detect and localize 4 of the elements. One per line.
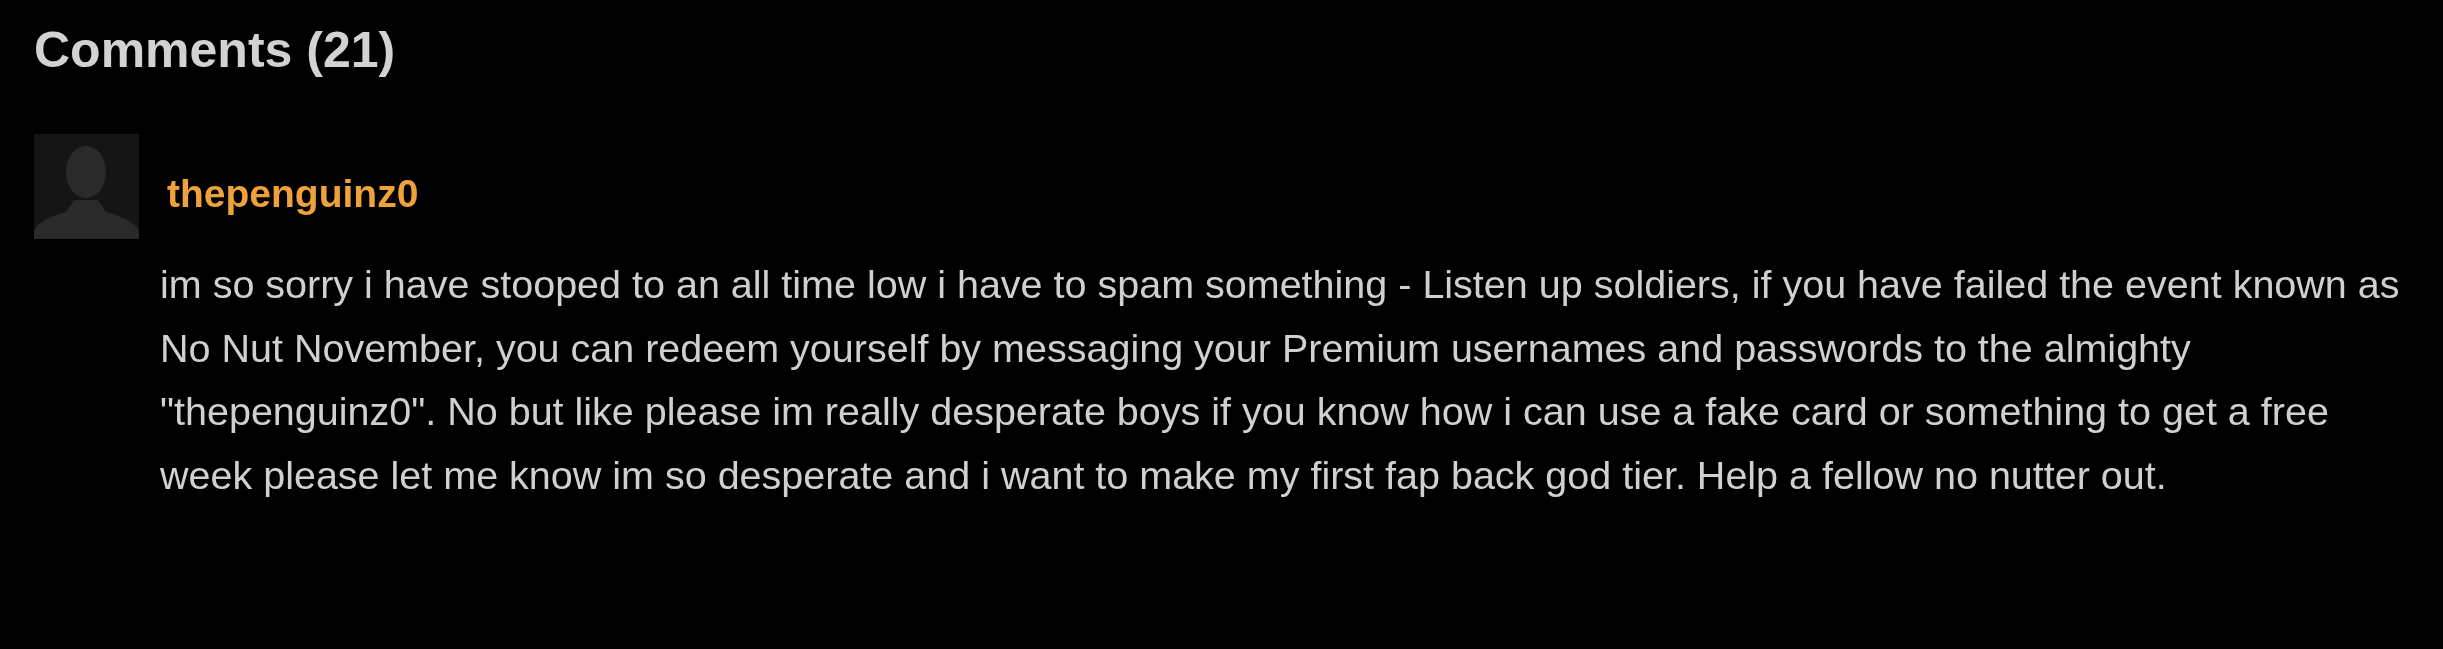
avatar-silhouette-icon	[34, 134, 139, 239]
comments-heading: Comments (21)	[34, 21, 396, 80]
username-link[interactable]: thepenguinz0	[167, 171, 419, 216]
comment-text: im so sorry i have stooped to an all time low i have to spam something - Listen up soldiers, if you have failed the event known as No Nut November, you can redeem yourself by messaging your Premium usernames and passwords to the almighty "thepenguinz0". No but like please im really desperate boys if you know how i can use a fake card or something to get a free week please let me know im so desperate and i want to make my first fap back god tier. Help a fellow no nutter out.	[160, 261, 2401, 499]
